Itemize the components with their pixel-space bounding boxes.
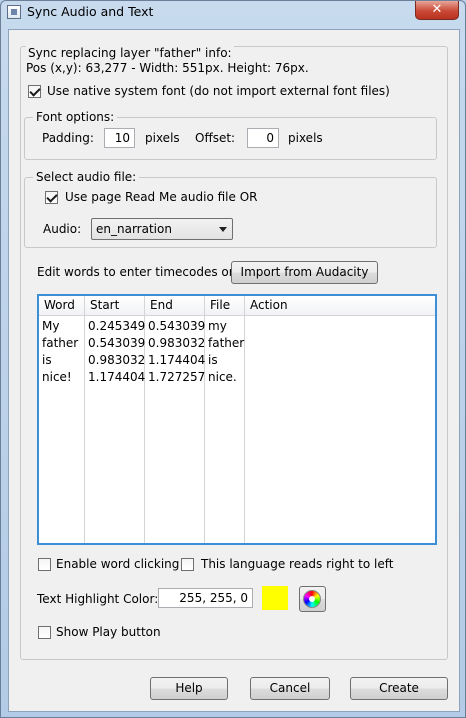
cell-word[interactable]: is <box>42 352 84 369</box>
dropdown-arrow-icon <box>219 227 227 232</box>
window-title: Sync Audio and Text <box>27 4 154 19</box>
audio-label: Audio: <box>43 222 82 236</box>
native-font-label: Use native system font (do not import ex… <box>47 84 390 98</box>
offset-input[interactable]: 0 <box>247 128 279 148</box>
word-column: My father is nice! <box>39 316 85 543</box>
cell-file[interactable]: is <box>208 352 244 369</box>
highlight-color-label: Text Highlight Color: <box>37 592 159 606</box>
offset-label: Offset: <box>195 131 236 145</box>
audio-select[interactable]: en_narration <box>91 218 233 240</box>
start-column: 0.245349 0.543039 0.983032 1.174404 <box>85 316 145 543</box>
word-timecode-table[interactable]: Word Start End File Action My father is … <box>37 294 437 545</box>
color-wheel-icon <box>303 590 321 608</box>
table-header: Word Start End File Action <box>39 296 435 316</box>
cell-start[interactable]: 1.174404 <box>88 369 145 386</box>
rtl-checkbox[interactable] <box>181 558 194 571</box>
app-window-icon <box>7 5 21 19</box>
cell-word[interactable]: nice! <box>42 369 84 386</box>
cell-word[interactable]: father <box>42 335 84 352</box>
show-play-checkbox[interactable] <box>38 626 51 639</box>
cell-end[interactable]: 0.983032 <box>148 335 205 352</box>
audio-file-legend: Select audio file: <box>33 170 140 185</box>
file-column: my father is nice. <box>205 316 245 543</box>
dialog-client-area: Sync replacing layer "father" info: Pos … <box>8 29 460 712</box>
sync-audio-dialog: Sync Audio and Text ✕ Sync replacing lay… <box>0 0 466 718</box>
title-bar[interactable]: Sync Audio and Text ✕ <box>1 1 465 23</box>
highlight-color-swatch <box>262 586 288 610</box>
cell-file[interactable]: my <box>208 318 244 335</box>
font-options-group: Font options: Padding: 10 pixels Offset:… <box>24 110 437 160</box>
color-picker-button[interactable] <box>299 586 326 612</box>
enable-word-clicking-label: Enable word clicking <box>56 557 180 571</box>
cell-start[interactable]: 0.983032 <box>88 352 145 369</box>
show-play-label: Show Play button <box>56 625 161 639</box>
import-audacity-button[interactable]: Import from Audacity <box>231 261 378 284</box>
help-button[interactable]: Help <box>150 677 228 700</box>
edit-words-label: Edit words to enter timecodes or <box>37 265 234 279</box>
layer-info-details: Pos (x,y): 63,277 - Width: 551px. Height… <box>26 61 309 75</box>
cell-start[interactable]: 0.543039 <box>88 335 145 352</box>
cell-file[interactable]: nice. <box>208 369 244 386</box>
highlight-color-input[interactable]: 255, 255, 0 <box>158 588 253 608</box>
cell-end[interactable]: 0.543039 <box>148 318 205 335</box>
header-word[interactable]: Word <box>39 296 85 315</box>
padding-input[interactable]: 10 <box>104 128 135 148</box>
use-page-audio-label: Use page Read Me audio file OR <box>65 190 258 204</box>
padding-unit-label: pixels <box>145 131 180 145</box>
header-action[interactable]: Action <box>245 296 435 315</box>
cell-start[interactable]: 0.245349 <box>88 318 145 335</box>
create-button[interactable]: Create <box>350 677 448 700</box>
offset-unit-label: pixels <box>288 131 323 145</box>
font-options-legend: Font options: <box>33 110 118 125</box>
header-start[interactable]: Start <box>85 296 145 315</box>
end-column: 0.543039 0.983032 1.174404 1.727257 <box>145 316 205 543</box>
cell-word[interactable]: My <box>42 318 84 335</box>
header-end[interactable]: End <box>145 296 205 315</box>
action-column <box>245 316 435 543</box>
header-file[interactable]: File <box>205 296 245 315</box>
padding-label: Padding: <box>42 131 94 145</box>
layer-info-heading: Sync replacing layer "father" info: <box>26 46 234 61</box>
cancel-button[interactable]: Cancel <box>250 677 330 700</box>
cell-end[interactable]: 1.727257 <box>148 369 205 386</box>
audio-select-value: en_narration <box>96 222 172 236</box>
rtl-label: This language reads right to left <box>201 557 394 571</box>
cell-file[interactable]: father <box>208 335 244 352</box>
use-page-audio-checkbox[interactable] <box>45 191 58 204</box>
cell-end[interactable]: 1.174404 <box>148 352 205 369</box>
enable-word-clicking-checkbox[interactable] <box>38 558 51 571</box>
close-button[interactable]: ✕ <box>415 1 459 20</box>
native-font-checkbox[interactable] <box>28 85 41 98</box>
audio-file-group: Select audio file: Use page Read Me audi… <box>24 170 437 248</box>
